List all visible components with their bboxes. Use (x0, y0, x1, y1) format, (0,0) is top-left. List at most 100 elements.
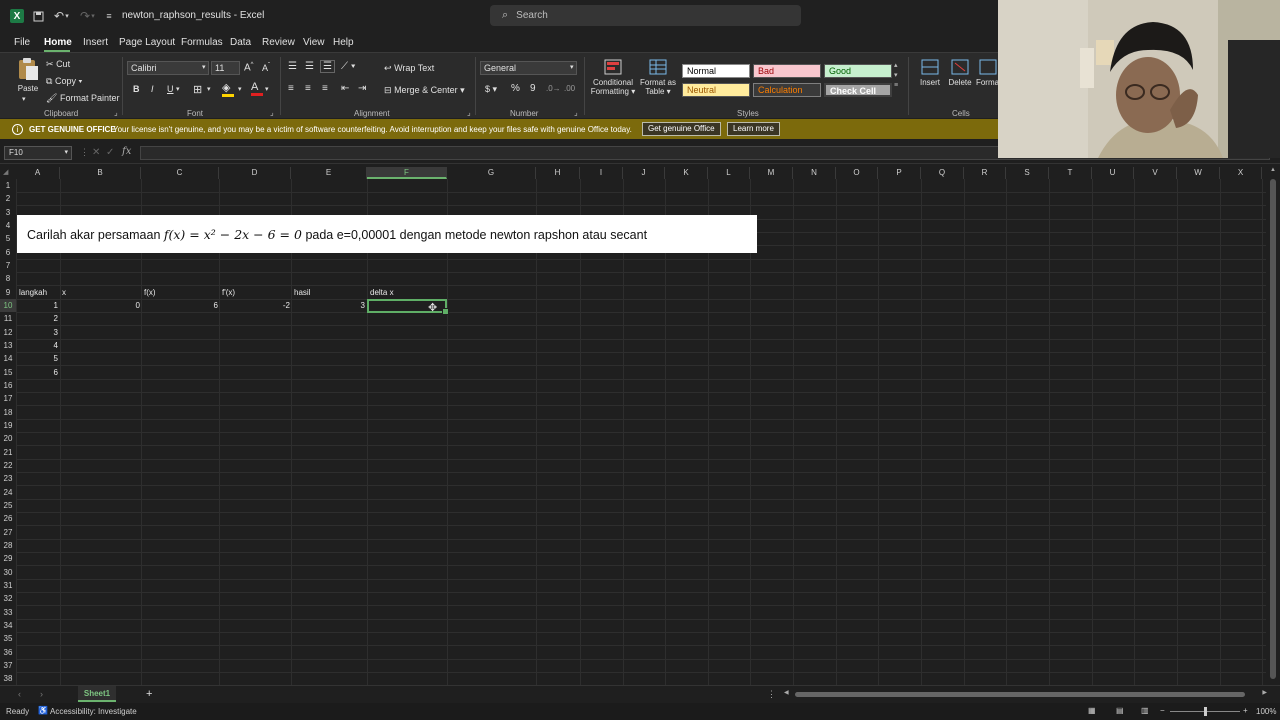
step-cell[interactable]: 5 (17, 354, 58, 363)
column-header-q[interactable]: Q (921, 167, 964, 179)
shrink-font-icon[interactable]: Aˇ (262, 63, 270, 73)
header-fpx[interactable]: f'(x) (222, 288, 235, 297)
row-header-31[interactable]: 31 (0, 579, 16, 592)
tab-data[interactable]: Data (230, 37, 251, 48)
underline-button[interactable]: U (167, 84, 174, 94)
column-header-f[interactable]: F (367, 167, 447, 179)
fill-color-icon[interactable]: ◈ (222, 81, 234, 97)
row-header-12[interactable]: 12 (0, 326, 16, 339)
row-header-17[interactable]: 17 (0, 392, 16, 405)
increase-decimal-icon[interactable]: .0→ (546, 84, 561, 93)
number-format-select[interactable]: General (480, 61, 577, 75)
fill-dropdown-icon[interactable]: ▾ (238, 85, 242, 93)
row-header-4[interactable]: 4 (0, 219, 16, 232)
row-header-23[interactable]: 23 (0, 472, 16, 485)
scroll-thumb[interactable] (1270, 179, 1276, 679)
align-left-icon[interactable]: ≡ (288, 83, 294, 94)
step-cell[interactable]: 3 (17, 328, 58, 337)
row-header-33[interactable]: 33 (0, 606, 16, 619)
spreadsheet-grid[interactable]: ◢ ABCDEFGHIJKLMNOPQRSTUVWX 1 2 3 4 5 6 7 8 9 10 11… (0, 165, 1266, 687)
row-header-6[interactable]: 6 (0, 246, 16, 259)
prev-sheet-icon[interactable]: ‹ (18, 689, 21, 699)
enter-icon[interactable]: ✓ (106, 147, 114, 158)
cell-c10[interactable]: 6 (142, 301, 218, 310)
add-sheet-icon[interactable]: + (146, 688, 152, 700)
column-header-k[interactable]: K (665, 167, 708, 179)
copy-button[interactable]: ⧉ Copy ▾ (46, 76, 82, 87)
row-header-19[interactable]: 19 (0, 419, 16, 432)
tab-formulas[interactable]: Formulas (181, 37, 223, 48)
header-fx[interactable]: f(x) (144, 288, 156, 297)
column-header-x[interactable]: X (1220, 167, 1262, 179)
zoom-in-icon[interactable]: + (1243, 706, 1248, 715)
row-header-9[interactable]: 9 (0, 286, 16, 299)
conditional-formatting-button[interactable]: Conditional Formatting ▾ (590, 59, 636, 96)
paste-button[interactable]: Paste (14, 57, 42, 97)
column-header-d[interactable]: D (219, 167, 291, 179)
column-header-m[interactable]: M (750, 167, 793, 179)
row-header-24[interactable]: 24 (0, 486, 16, 499)
accessibility-status[interactable]: Accessibility: Investigate (50, 707, 137, 716)
next-sheet-icon[interactable]: › (40, 689, 43, 699)
row-header-3[interactable]: 3 (0, 206, 16, 219)
column-header-r[interactable]: R (964, 167, 1006, 179)
column-header-t[interactable]: T (1049, 167, 1092, 179)
cell-style-neutral[interactable]: Neutral (682, 83, 750, 97)
font-size-select[interactable]: 11 (211, 61, 240, 75)
tab-home[interactable]: Home (44, 37, 72, 48)
borders-dropdown-icon[interactable]: ▾ (207, 85, 211, 93)
font-name-select[interactable]: Calibri (127, 61, 209, 75)
scroll-left-icon[interactable]: ◀ (784, 689, 789, 696)
row-header-14[interactable]: 14 (0, 352, 16, 365)
comma-icon[interactable]: 9 (530, 83, 536, 94)
step-cell[interactable]: 6 (17, 368, 58, 377)
save-icon[interactable] (32, 9, 44, 23)
tab-page-layout[interactable]: Page Layout (119, 37, 175, 48)
row-header-5[interactable]: 5 (0, 232, 16, 245)
column-header-p[interactable]: P (878, 167, 921, 179)
name-box[interactable]: F10 ▾ (4, 146, 72, 160)
scroll-right-icon[interactable]: ▶ (1262, 689, 1267, 696)
align-right-icon[interactable]: ≡ (322, 83, 328, 94)
column-header-e[interactable]: E (291, 167, 367, 179)
zoom-out-icon[interactable]: − (1160, 706, 1165, 715)
italic-button[interactable]: I (151, 84, 154, 94)
header-x[interactable]: x (62, 288, 66, 297)
step-cell[interactable]: 4 (17, 341, 58, 350)
alignment-launcher-icon[interactable]: ⌟ (467, 108, 471, 117)
row-header-29[interactable]: 29 (0, 552, 16, 565)
vertical-scrollbar[interactable]: ▲ (1267, 165, 1280, 685)
increase-indent-icon[interactable]: ⇥ (358, 83, 366, 94)
row-header-25[interactable]: 25 (0, 499, 16, 512)
row-header-16[interactable]: 16 (0, 379, 16, 392)
tab-insert[interactable]: Insert (83, 37, 108, 48)
font-launcher-icon[interactable]: ⌟ (270, 108, 274, 117)
cell-style-good[interactable]: Good (824, 64, 892, 78)
row-header-13[interactable]: 13 (0, 339, 16, 352)
row-header-22[interactable]: 22 (0, 459, 16, 472)
row-header-37[interactable]: 37 (0, 659, 16, 672)
scroll-up-icon[interactable]: ▲ (1270, 167, 1276, 173)
percent-icon[interactable]: % (511, 83, 520, 94)
column-header-v[interactable]: V (1134, 167, 1177, 179)
column-header-a[interactable]: A (16, 167, 60, 179)
column-header-u[interactable]: U (1092, 167, 1134, 179)
align-bottom-icon[interactable]: ☰ (320, 60, 335, 73)
orientation-icon[interactable]: ⟋ ▾ (341, 61, 356, 72)
scroll-thumb[interactable] (795, 692, 1245, 697)
column-header-h[interactable]: H (536, 167, 580, 179)
get-genuine-office-button[interactable]: Get genuine Office (642, 122, 721, 136)
font-color-dropdown-icon[interactable]: ▾ (265, 85, 269, 93)
column-header-n[interactable]: N (793, 167, 836, 179)
header-langkah[interactable]: langkah (19, 288, 47, 297)
format-painter-button[interactable]: 🖌 Format Painter (46, 93, 119, 104)
cell-style-check-cell[interactable]: Check Cell (824, 83, 892, 97)
row-header-20[interactable]: 20 (0, 432, 16, 445)
row-header-28[interactable]: 28 (0, 539, 16, 552)
row-header-27[interactable]: 27 (0, 526, 16, 539)
cut-button[interactable]: ✂ Cut (46, 59, 70, 70)
row-header-26[interactable]: 26 (0, 512, 16, 525)
wrap-text-button[interactable]: ↩ Wrap Text (384, 63, 434, 74)
column-header-i[interactable]: I (580, 167, 623, 179)
styles-scroll-icon[interactable]: ▴ ▾ ≡ (894, 61, 898, 91)
